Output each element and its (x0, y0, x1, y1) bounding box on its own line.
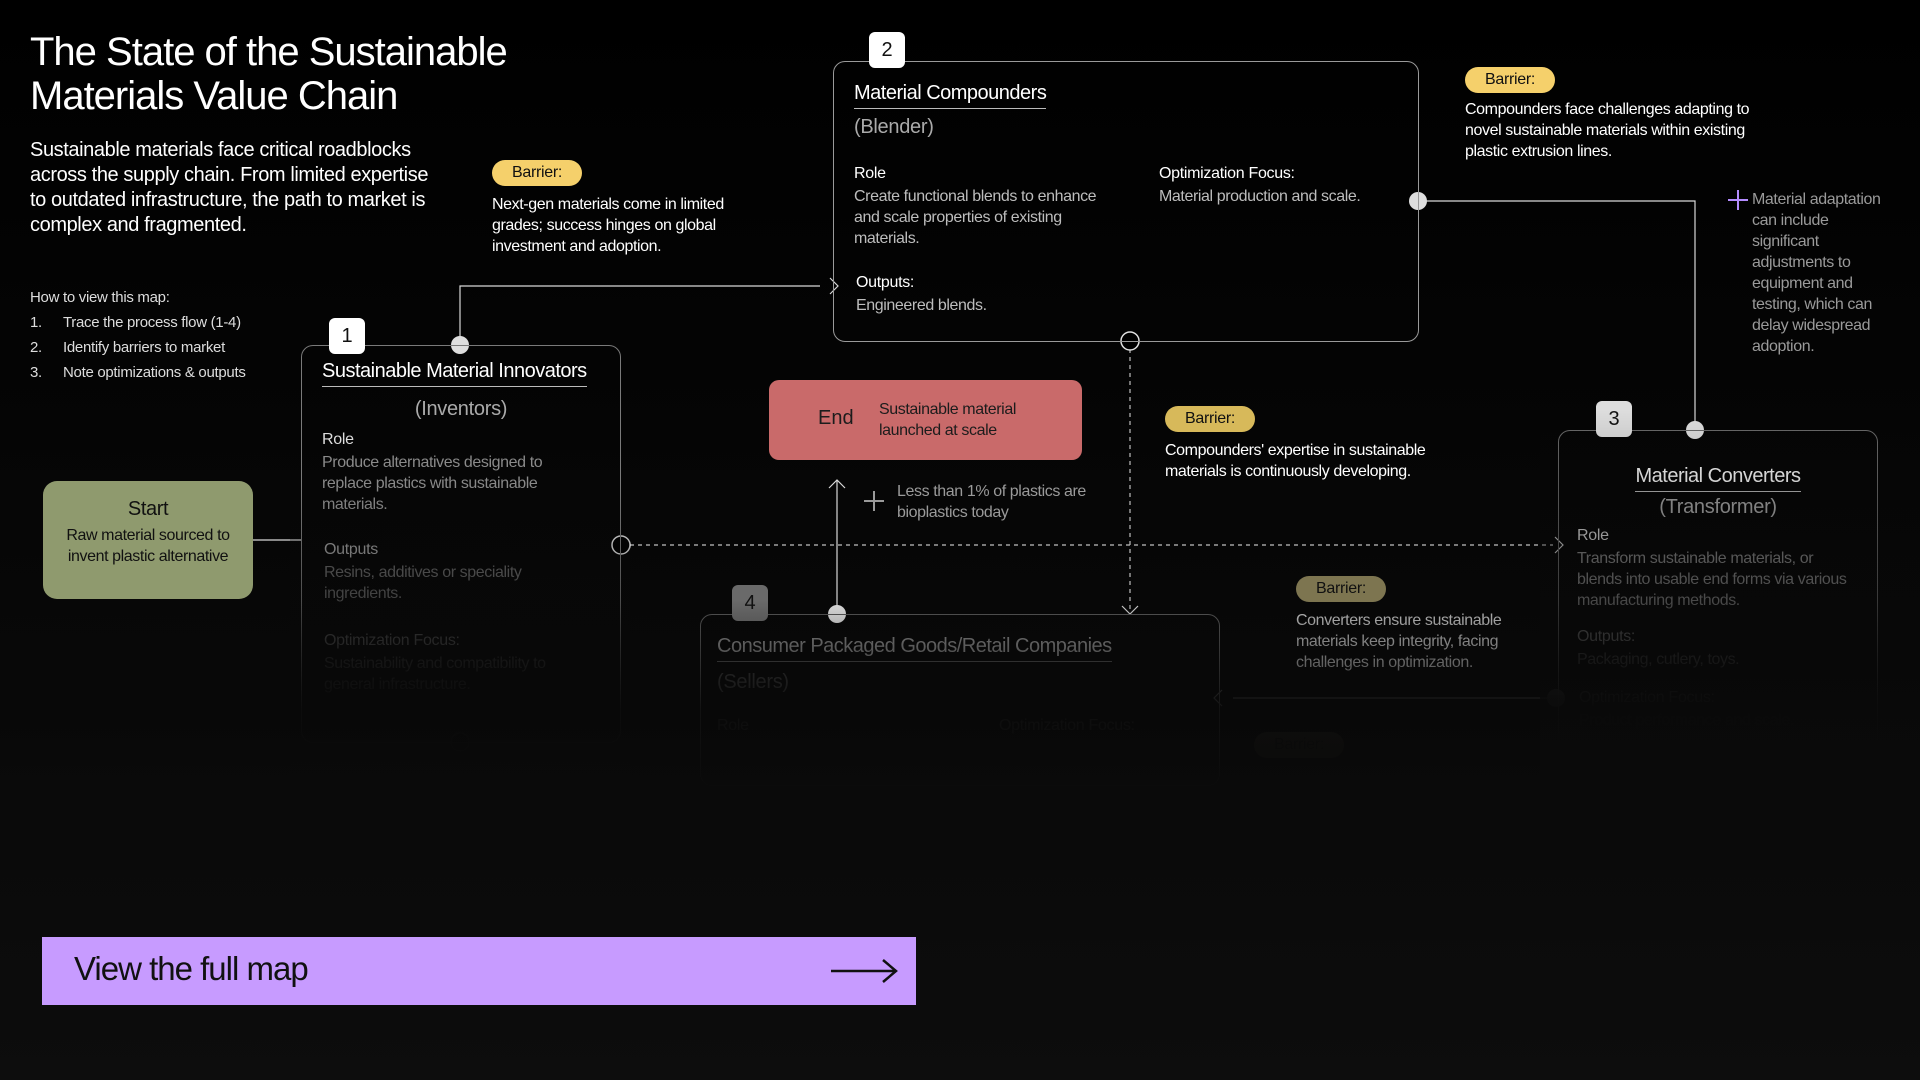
title-line-2: Materials Value Chain (30, 74, 398, 118)
compounders-role: Create functional blends to enhance and … (854, 188, 1097, 247)
barrier-text: Compounders face challenges adapting to … (1465, 101, 1750, 160)
step-number-1: 1 (329, 318, 365, 354)
barrier-converters: Barrier: Converters ensure sustainable m… (1296, 576, 1556, 673)
barrier-compounders-adapting: Barrier: Compounders face challenges ada… (1465, 67, 1765, 162)
end-text: Sustainable material launched at scale (879, 401, 1016, 439)
innovators-outputs: Resins, additives or speciality ingredie… (324, 564, 522, 602)
compounders-outputs: Engineered blends. (856, 297, 987, 314)
barrier-badge: Barrier: (1296, 576, 1387, 602)
cpg-title: Consumer Packaged Goods/Retail Companies (717, 635, 1112, 662)
converters-card[interactable]: Material Converters (Transformer) Role T… (1558, 430, 1878, 766)
innovators-title: Sustainable Material Innovators (322, 360, 587, 387)
converters-outputs-label: Outputs: (1577, 628, 1636, 645)
compounders-role-label: Role (854, 165, 886, 182)
converters-focus-label: Optimization Focus: (1579, 689, 1715, 706)
step-number-3: 3 (1596, 401, 1632, 437)
compounders-subtitle: (Blender) (854, 116, 934, 138)
title-line-1: The State of the Sustainable (30, 30, 508, 74)
step-number-2: 2 (869, 32, 905, 68)
barrier-text: Next-gen materials come in limited grade… (492, 196, 724, 255)
innovators-role: Produce alternatives designed to replace… (322, 454, 543, 513)
how-to-view: How to view this map: 1. Trace the proces… (30, 285, 246, 385)
converters-role: Transform sustainable materials, or blen… (1577, 550, 1847, 609)
how-to-step: 1. Trace the process flow (1-4) (30, 314, 241, 331)
compounders-card[interactable]: Material Compounders (Blender) Role Crea… (833, 61, 1419, 342)
start-title: Start (127, 498, 169, 520)
converters-outputs: Packaging, cutlery, toys. (1577, 651, 1740, 668)
view-full-map-button[interactable]: View the full map (42, 937, 916, 1005)
note-bioplastics: Less than 1% of plastics are bioplastics… (897, 483, 1086, 521)
cpg-subtitle: (Sellers) (717, 671, 789, 693)
cpg-focus-label: Optimization Focus: (999, 717, 1135, 734)
barrier-text: Compounders' expertise in sustainable ma… (1165, 442, 1426, 480)
page-title: The State of the Sustainable Materials V… (30, 30, 508, 118)
barrier-text: Converters ensure sustainable materials … (1296, 612, 1502, 671)
converters-focus: Product performance and scale. (1579, 712, 1794, 729)
how-to-step: 2. Identify barriers to market (30, 339, 225, 356)
barrier-badge: Barrier: (1254, 732, 1345, 758)
how-to-heading: How to view this map: (30, 289, 170, 306)
barrier-badge: Barrier: (1165, 406, 1256, 432)
innovators-focus: Sustainability and compatibility to gene… (324, 655, 546, 693)
view-full-map-label: View the full map (74, 950, 309, 987)
barrier-innovators: Barrier: Next-gen materials come in limi… (492, 160, 752, 257)
converters-title: Material Converters (1635, 465, 1801, 492)
compounders-title: Material Compounders (854, 82, 1047, 109)
compounders-outputs-label: Outputs: (856, 274, 915, 291)
compounders-focus: Material production and scale. (1159, 188, 1361, 205)
start-text: Raw material sourced to invent plastic a… (66, 527, 230, 565)
how-to-step: 3. Note optimizations & outputs (30, 364, 246, 381)
cpg-card[interactable]: Consumer Packaged Goods/Retail Companies… (700, 614, 1220, 786)
end-title: End (818, 407, 854, 429)
innovators-outputs-label: Outputs (324, 541, 378, 558)
intro-text: Sustainable materials face critical road… (30, 139, 429, 236)
converters-role-label: Role (1577, 527, 1609, 544)
barrier-badge: Barrier: (1465, 67, 1556, 93)
barrier-badge: Barrier: (492, 160, 583, 186)
innovators-role-label: Role (322, 431, 354, 448)
step-number-4: 4 (732, 585, 768, 621)
cpg-role-label: Role (717, 717, 749, 734)
barrier-compounders-expertise: Barrier: Compounders' expertise in susta… (1165, 406, 1465, 482)
how-to-list: 1. Trace the process flow (1-4) 2. Identif… (30, 310, 246, 385)
innovators-subtitle: (Inventors) (414, 398, 508, 420)
note-adaptation: Material adaptation can include signific… (1752, 191, 1881, 355)
arrow-right-icon (831, 959, 898, 983)
converters-subtitle: (Transformer) (1659, 496, 1777, 518)
start-node: Start Raw material sourced to invent pla… (43, 481, 253, 599)
innovators-focus-label: Optimization Focus: (324, 632, 460, 649)
compounders-focus-label: Optimization Focus: (1159, 165, 1295, 182)
innovators-card[interactable]: Sustainable Material Innovators (Invento… (301, 345, 621, 743)
end-node: End Sustainable material launched at sca… (769, 380, 1082, 460)
barrier-cpg: Barrier: (1254, 732, 1345, 758)
